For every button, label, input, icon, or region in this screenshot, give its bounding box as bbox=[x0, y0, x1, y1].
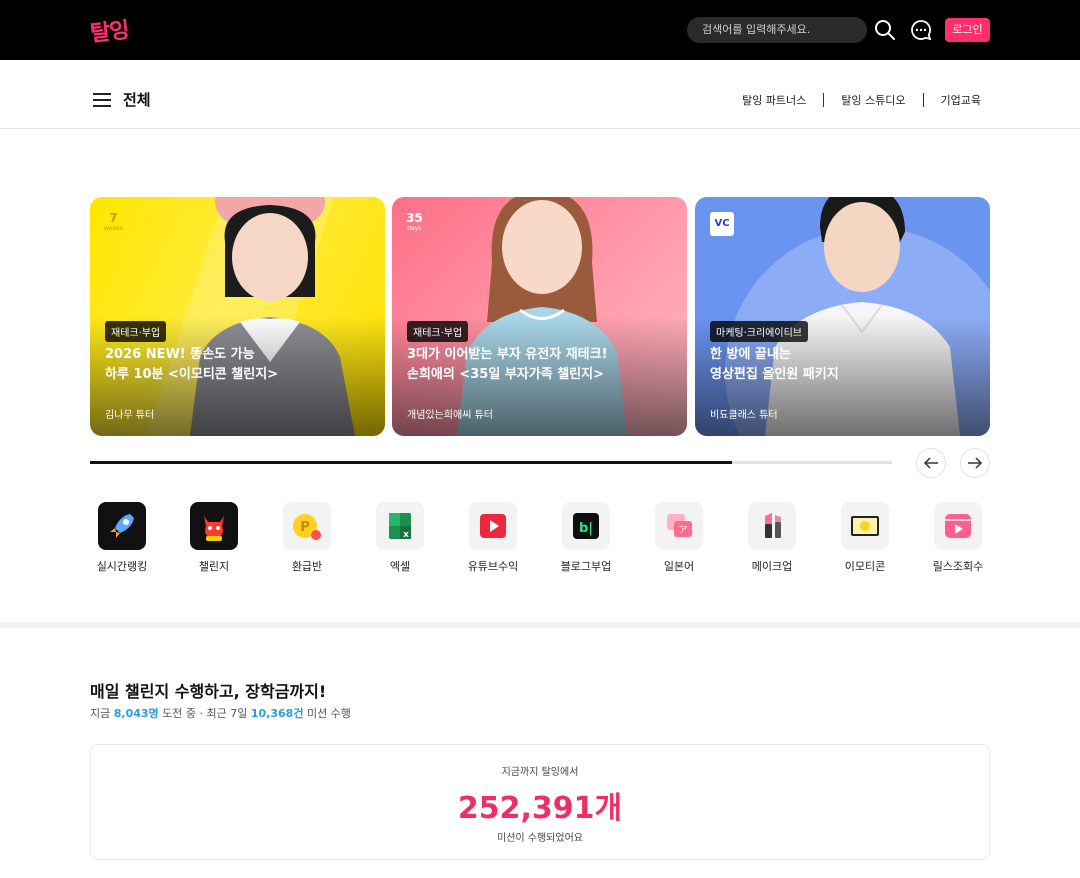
coin-icon: P bbox=[283, 502, 331, 550]
search-input[interactable]: 검색어를 입력해주세요. bbox=[687, 17, 867, 43]
course-card[interactable]: VC 마케팅·크리에이티브 한 방에 끝내는 영상편집 올인원 패키지 비됴클래… bbox=[695, 197, 990, 436]
participant-count: 8,043명 bbox=[113, 707, 159, 720]
carousel-progress-fill bbox=[90, 461, 732, 464]
category-item-japanese[interactable]: ア 일본어 bbox=[639, 502, 719, 574]
section-divider bbox=[0, 622, 1080, 628]
nav-link-corporate[interactable]: 기업교육 bbox=[941, 92, 981, 108]
stat-footer: 미션이 수행되었어요 bbox=[497, 833, 583, 844]
nav-divider bbox=[823, 93, 825, 107]
course-title: 2026 NEW! 똥손도 가능 하루 10분 <이모티콘 챌린지> bbox=[105, 347, 279, 382]
search-icon[interactable] bbox=[873, 18, 897, 42]
chat-icon[interactable] bbox=[909, 18, 933, 42]
svg-text:x: x bbox=[403, 530, 409, 540]
course-title: 한 방에 끝내는 영상편집 올인원 패키지 bbox=[710, 347, 839, 382]
excel-icon: x bbox=[376, 502, 424, 550]
tutor-name: 개념있는희애씨 튜터 bbox=[407, 410, 493, 421]
tutor-name: 김나무 튜터 bbox=[105, 410, 155, 421]
svg-text:b|: b| bbox=[579, 521, 593, 536]
course-title: 3대가 이어받는 부자 유전자 재테크! 손희애의 <35일 부자가족 챌린지> bbox=[407, 347, 608, 382]
tutor-name: 비됴클래스 튜터 bbox=[710, 410, 778, 421]
mission-stat-box: 지금까지 탈잉에서 252,391개 미션이 수행되었어요 bbox=[90, 744, 990, 860]
category-item-emoticon[interactable]: 이모티콘 bbox=[825, 502, 905, 574]
arrow-left-icon bbox=[923, 457, 938, 469]
japanese-icon: ア bbox=[655, 502, 703, 550]
nav-link-studio[interactable]: 탈잉 스튜디오 bbox=[841, 92, 905, 108]
category-item-excel[interactable]: x 엑셀 bbox=[360, 502, 440, 574]
section-subtitle: 지금 8,043명 도전 중 · 최근 7일 10,368건 미션 수행 bbox=[90, 707, 351, 720]
devil-icon bbox=[190, 502, 238, 550]
corner-badge: 7 weeks bbox=[104, 211, 123, 232]
svg-text:P: P bbox=[300, 520, 310, 535]
category-item-blog[interactable]: b| 블로그부업 bbox=[546, 502, 626, 574]
nav-links: 탈잉 파트너스 탈잉 스튜디오 기업교육 bbox=[742, 92, 981, 108]
svg-text:ア: ア bbox=[678, 526, 687, 536]
corner-badge: 35 days bbox=[406, 211, 423, 232]
carousel-prev-button[interactable] bbox=[916, 448, 946, 478]
menu-icon[interactable] bbox=[93, 93, 111, 107]
category-item-youtube[interactable]: 유튜브수익 bbox=[453, 502, 533, 574]
logo[interactable]: 탈잉 bbox=[88, 12, 130, 48]
nav-divider bbox=[922, 93, 924, 107]
rocket-icon bbox=[98, 502, 146, 550]
category-tag: 재테크·부업 bbox=[105, 321, 167, 342]
carousel-next-button[interactable] bbox=[960, 448, 990, 478]
category-item-ranking[interactable]: 실시간랭킹 bbox=[82, 502, 162, 574]
course-card[interactable]: 7 weeks 재테크·부업 2026 NEW! 똥손도 가능 하루 10분 <… bbox=[90, 197, 385, 436]
course-card[interactable]: 35 days 재테크·부업 3대가 이어받는 부자 유전자 재테크! 손희애의… bbox=[392, 197, 687, 436]
category-item-reels[interactable]: 릴스조회수 bbox=[918, 502, 998, 574]
category-tag: 마케팅·크리에이티브 bbox=[710, 321, 808, 342]
category-tag: 재테크·부업 bbox=[407, 321, 469, 342]
nav-link-partners[interactable]: 탈잉 파트너스 bbox=[742, 92, 806, 108]
youtube-icon bbox=[469, 502, 517, 550]
reels-icon bbox=[934, 502, 982, 550]
blog-icon: b| bbox=[562, 502, 610, 550]
category-item-challenge[interactable]: 챌린지 bbox=[174, 502, 254, 574]
top-bar: 탈잉 검색어를 입력해주세요. 로그인 bbox=[0, 0, 1080, 60]
emoticon-icon bbox=[841, 502, 889, 550]
stat-caption: 지금까지 탈잉에서 bbox=[501, 767, 579, 778]
category-item-refund[interactable]: P 환급반 bbox=[267, 502, 347, 574]
section-title: 매일 챌린지 수행하고, 장학금까지! bbox=[90, 682, 327, 701]
nav-bar: 전체 탈잉 파트너스 탈잉 스튜디오 기업교육 bbox=[0, 60, 1080, 129]
arrow-right-icon bbox=[968, 457, 983, 469]
total-missions: 252,391개 bbox=[457, 791, 623, 826]
lipstick-icon bbox=[748, 502, 796, 550]
mission-count: 10,368건 bbox=[250, 707, 304, 720]
brand-logo: VC bbox=[710, 212, 734, 236]
category-item-makeup[interactable]: 메이크업 bbox=[732, 502, 812, 574]
carousel-progress bbox=[90, 461, 892, 464]
nav-title[interactable]: 전체 bbox=[123, 89, 151, 110]
login-button[interactable]: 로그인 bbox=[945, 18, 990, 42]
